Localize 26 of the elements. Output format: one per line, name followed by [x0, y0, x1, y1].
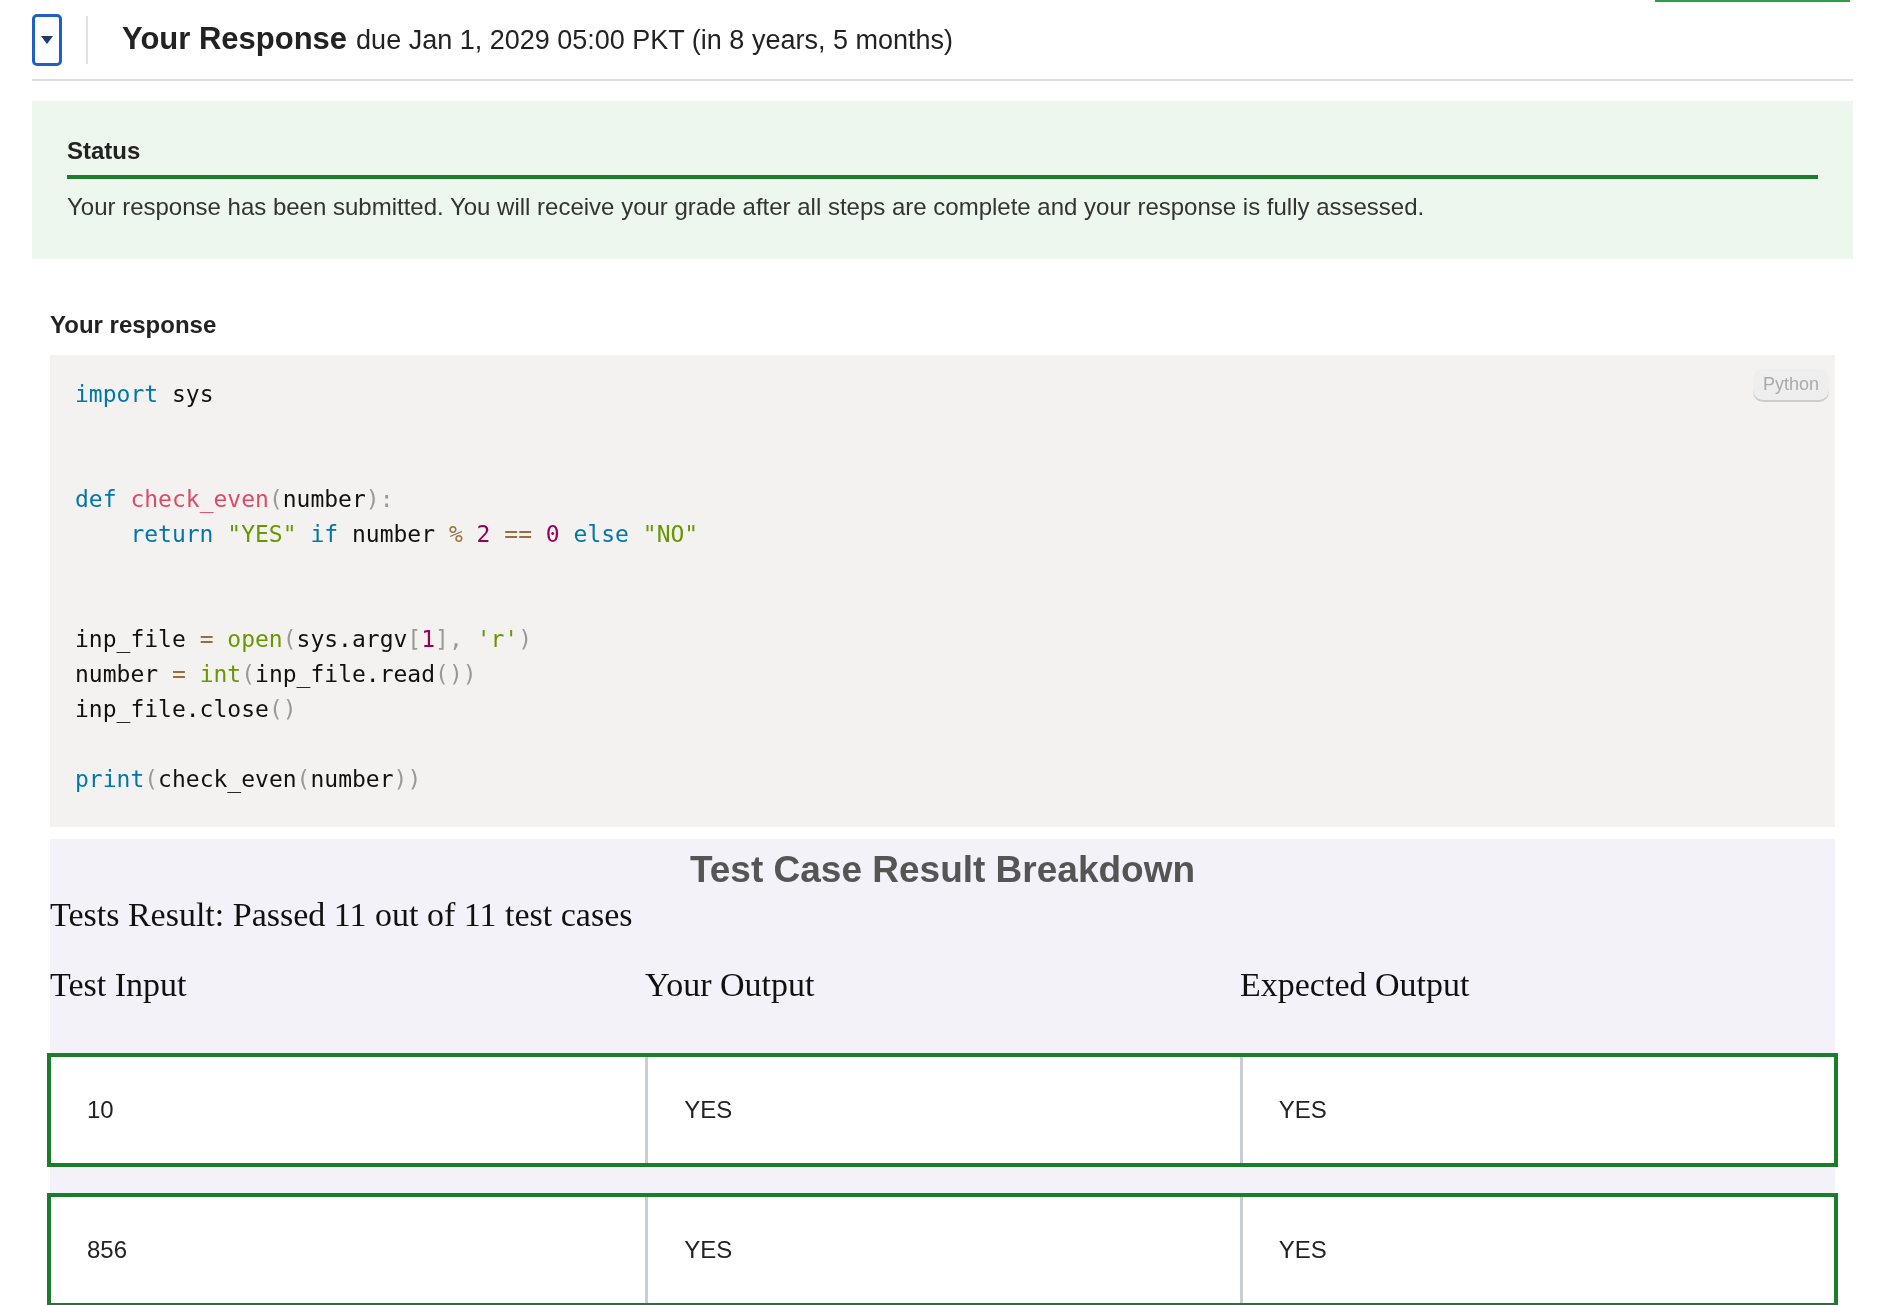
column-header: Test Input: [50, 965, 188, 1005]
status-heading: Status: [67, 135, 1818, 179]
table-cell: YES: [1239, 1057, 1834, 1163]
table-cell: YES: [645, 1057, 1240, 1163]
caret-icon: [41, 35, 53, 44]
table-cell-text: 10: [86, 1095, 115, 1125]
toggle-button[interactable]: [32, 13, 62, 66]
due-date: due Jan 1, 2029 05:00 PKT (in 8 years, 5 months): [356, 24, 953, 58]
language-badge: Python: [1752, 369, 1829, 400]
table-cell-text: 856: [86, 1235, 129, 1265]
code-line: import sys: [75, 380, 214, 409]
status-message: Your response has been submitted. You will receive your grade after all steps are complete and your response is fully assessed.: [67, 192, 1426, 222]
code-line: inp_file.close(): [75, 695, 297, 725]
section-title: Your Response: [122, 20, 348, 59]
table-cell: YES: [1239, 1197, 1834, 1303]
code-line: def check_even(number):: [75, 485, 394, 515]
column-header: Expected Output: [1240, 965, 1471, 1005]
code-line: return "YES" if number % 2 == 0 else "NO": [129, 520, 699, 549]
code-line: number = int(inp_file.read()): [75, 660, 477, 690]
test-results-title: Test Case Result Breakdown: [688, 848, 1197, 892]
code-line: print(check_even(number)): [75, 765, 422, 795]
test-summary: Tests Result: Passed 11 out of 11 test cases: [50, 895, 634, 935]
response-label: Your response: [50, 310, 218, 340]
code-line: inp_file = open(sys.argv[1], 'r'): [75, 625, 533, 655]
table-cell: YES: [645, 1197, 1240, 1303]
column-header: Your Output: [645, 965, 816, 1005]
